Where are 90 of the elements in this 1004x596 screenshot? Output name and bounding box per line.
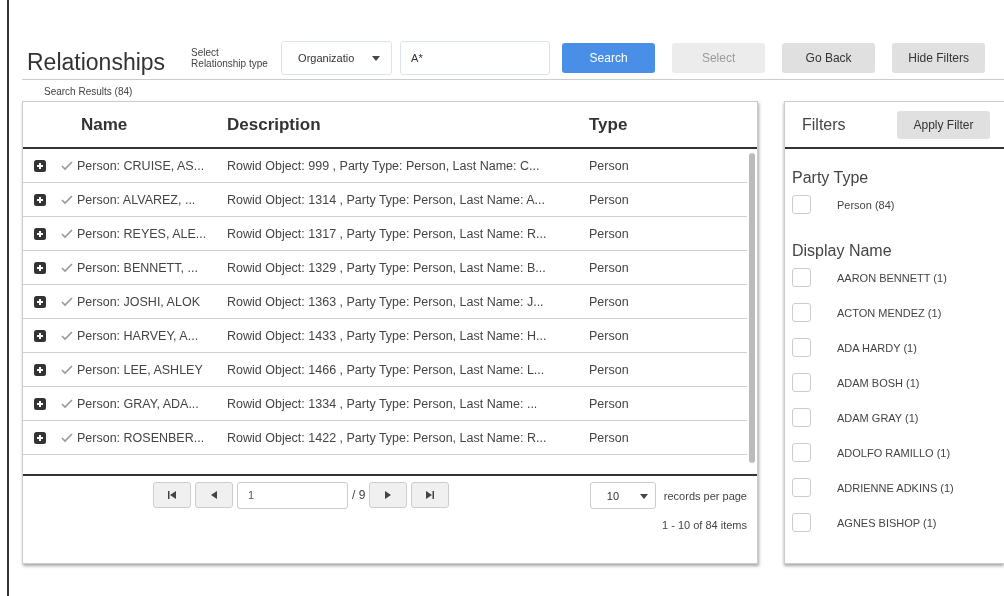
type-cell-text: Person [589, 226, 630, 241]
description-cell-text: Rowid Object: 1329 , Party Type: Person, Last Name: B... [227, 260, 547, 275]
checkbox[interactable] [792, 478, 811, 497]
expand-icon[interactable] [34, 363, 46, 376]
expand-icon[interactable] [34, 193, 46, 206]
type-cell-text: Person [589, 294, 630, 309]
type-cell-text: Person [589, 430, 630, 445]
results-count: Search Results (84) [44, 86, 134, 97]
previous-icon [209, 490, 219, 500]
check-icon [61, 296, 73, 307]
name-cell: Person: ALVAREZ, ... [77, 192, 196, 207]
name-cell: Person: GRAY, ADA... [77, 396, 199, 411]
checkbox[interactable] [792, 443, 811, 462]
name-cell: Person: JOSHI, ALOK [77, 294, 200, 309]
page-number-field[interactable]: 1 [237, 481, 348, 509]
type-cell-text: Person [589, 362, 630, 377]
column-header[interactable]: Description [227, 114, 589, 135]
filter-option-label: AGNES BISHOP (1) [837, 516, 937, 529]
check-icon [61, 330, 73, 341]
expand-icon[interactable] [34, 227, 46, 240]
name-cell: Person: BENNETT, ... [77, 260, 198, 275]
page-count: / 9 [352, 488, 366, 502]
type-cell-text: Person [589, 328, 630, 343]
description-cell-text: Rowid Object: 1433 , Party Type: Person, Last Name: H... [227, 328, 548, 343]
page-size-label: records per page [663, 489, 747, 502]
page-title: Relationships [27, 49, 166, 76]
type-cell-text: Person [589, 260, 630, 275]
expand-icon[interactable] [34, 329, 46, 342]
check-icon [61, 160, 73, 171]
checkbox[interactable] [792, 513, 811, 532]
filter-option-label: AARON BENNETT (1) [837, 271, 947, 284]
check-icon [61, 262, 73, 273]
expand-icon[interactable] [34, 295, 46, 308]
first-page-button[interactable] [153, 482, 191, 508]
filters-title: Filters [802, 115, 846, 134]
filter-option-label: ADAM BOSH (1) [837, 376, 920, 389]
page-size-dropdown[interactable]: 10 [589, 482, 656, 509]
expand-icon[interactable] [34, 431, 46, 444]
apply-filter-button[interactable]: Apply Filter [897, 110, 990, 139]
description-cell-text: Rowid Object: 999 , Party Type: Person, Last Name: C... [227, 158, 541, 173]
checkbox[interactable] [792, 303, 811, 322]
description-cell-text: Rowid Object: 1422 , Party Type: Person, Last Name: R... [227, 430, 548, 445]
name-cell: Person: LEE, ASHLEY [77, 362, 203, 377]
items-summary: 1 - 10 of 84 items [662, 519, 747, 531]
filter-option-label: ACTON MENDEZ (1) [837, 306, 942, 319]
description-cell-text: Rowid Object: 1363 , Party Type: Person, Last Name: J... [227, 294, 545, 309]
name-cell: Person: ROSENBER... [77, 430, 205, 445]
check-icon [61, 228, 73, 239]
expand-icon[interactable] [34, 397, 46, 410]
checkbox[interactable] [792, 338, 811, 357]
type-cell-text: Person [589, 158, 630, 173]
checkbox[interactable] [792, 373, 811, 392]
relationship-type-dropdown[interactable]: Organizatio [281, 40, 393, 75]
filter-group-title: Party Type [792, 169, 870, 187]
checkbox[interactable] [792, 408, 811, 427]
checkbox[interactable] [792, 195, 811, 214]
first-page-icon [167, 490, 177, 500]
checkbox[interactable] [792, 268, 811, 287]
expand-icon[interactable] [34, 261, 46, 274]
name-cell: Person: HARVEY, A... [77, 328, 199, 343]
filter-option-label: ADA HARDY (1) [837, 341, 917, 354]
filter-option-label: Person (84) [837, 198, 895, 211]
expand-icon[interactable] [34, 159, 46, 172]
column-header[interactable]: Name [81, 114, 227, 135]
last-page-button[interactable] [411, 482, 450, 508]
action-button[interactable]: Hide Filters [892, 42, 986, 73]
action-button[interactable]: Go Back [782, 42, 876, 73]
check-icon [61, 364, 73, 375]
column-header[interactable]: Type [589, 114, 757, 135]
description-cell-text: Rowid Object: 1314 , Party Type: Person, Last Name: A... [227, 192, 546, 207]
filter-option-label: ADAM GRAY (1) [837, 411, 919, 424]
type-cell-text: Person [589, 396, 630, 411]
name-cell: Person: CRUISE, AS... [77, 158, 205, 173]
check-icon [61, 194, 73, 205]
last-page-icon [425, 490, 436, 500]
filter-group-title: Display Name [792, 242, 893, 260]
description-cell-text: Rowid Object: 1334 , Party Type: Person, Last Name: ... [227, 396, 539, 411]
name-cell: Person: REYES, ALE... [77, 226, 207, 241]
filter-option-label: ADOLFO RAMILLO (1) [837, 446, 951, 459]
description-cell-text: Rowid Object: 1466 , Party Type: Person, Last Name: L... [227, 362, 546, 377]
scrollbar[interactable] [749, 153, 755, 463]
next-page-button[interactable] [369, 482, 408, 508]
check-icon [61, 398, 73, 409]
filter-option-label: ADRIENNE ADKINS (1) [837, 481, 954, 494]
search-field[interactable]: A* [400, 40, 551, 75]
description-cell-text: Rowid Object: 1317 , Party Type: Person, Last Name: R... [227, 226, 548, 241]
previous-page-button[interactable] [195, 482, 233, 508]
type-cell-text: Person [589, 192, 630, 207]
relationship-type-label: Select Relationship type [191, 46, 269, 69]
check-icon [61, 432, 73, 443]
